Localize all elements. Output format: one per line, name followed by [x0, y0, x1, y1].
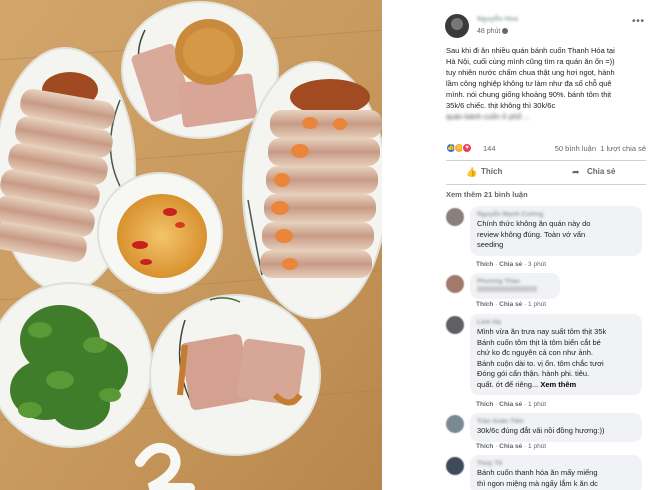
food-photo-image: [0, 0, 382, 490]
post-text-line: 35k/6 chiếc. thịt không thì 30k/6c: [446, 101, 556, 110]
post-text-line: tuy nhiên nước chấm chua thật ung hơi ng…: [446, 68, 615, 77]
thumbs-up-icon: 👍: [466, 167, 478, 177]
comment-text-line: Chính thức không ăn quán này do: [477, 219, 591, 228]
comment-bubble: Trần Xuân Tiến 30k/6c đúng đắt vãi nồi đ…: [470, 413, 642, 442]
like-button[interactable]: 👍 Thích: [466, 167, 502, 179]
comment-share-link[interactable]: Chia sẻ: [499, 443, 522, 450]
comment-share-link[interactable]: Chia sẻ: [499, 401, 522, 408]
comment-text: Bánh cuốn thanh hóa ăn mấy miếng thì ngo…: [477, 468, 635, 489]
post-photo[interactable]: [0, 0, 382, 490]
comment-like-link[interactable]: Thích: [476, 301, 493, 308]
view-more-comments-link[interactable]: Xem thêm 21 bình luận: [446, 190, 528, 199]
comment-bubble: Linh Hà Mình vừa ăn trưa nay suất tôm th…: [470, 314, 642, 395]
comment-time[interactable]: 1 phút: [528, 301, 546, 308]
divider: [446, 160, 646, 161]
comment-text-line: thì ngon miệng mà ngấy lắm k ăn dc: [477, 478, 598, 488]
comment-time[interactable]: 1 phút: [528, 443, 546, 450]
comment-time[interactable]: 3 phút: [528, 261, 546, 268]
commenter-avatar[interactable]: [446, 457, 464, 475]
comment-actions: Thích · Chia sẻ · 1 phút: [476, 401, 547, 408]
commenter-avatar[interactable]: [446, 275, 464, 293]
comment-text-line: Bánh cuốn thanh hóa ăn mấy miếng: [477, 468, 598, 477]
like-button-label: Thích: [481, 167, 503, 177]
comment-text: Mình vừa ăn trưa nay suất tôm thịt 35k B…: [477, 327, 635, 390]
share-button[interactable]: ➦ Chia sẻ: [572, 167, 615, 179]
see-more-link[interactable]: Xem thêm: [540, 380, 576, 389]
divider: [446, 184, 646, 185]
post-header: Nguyễn Hoa 48 phút • • •: [445, 14, 645, 42]
more-options-icon[interactable]: • • •: [632, 16, 644, 27]
commenter-avatar[interactable]: [446, 415, 464, 433]
action-bar: 👍 Thích ➦ Chia sẻ: [446, 163, 646, 183]
comment-share-link[interactable]: Chia sẻ: [499, 301, 522, 308]
comment-actions: Thích · Chia sẻ · 3 phút: [476, 261, 547, 268]
comment-text: 30k/6c đúng đắt vãi nồi đồng hương:)): [477, 426, 635, 437]
comment-actions: Thích · Chia sẻ · 1 phút: [476, 443, 547, 450]
share-arrow-icon: ➦: [572, 167, 580, 177]
comment-like-link[interactable]: Thích: [476, 443, 493, 450]
comment-bubble: Phương Thảo: [470, 273, 560, 299]
post-text-line: lầm công nghiệp không tư làm như đa số c…: [446, 79, 612, 88]
comment-text-line: seeding: [477, 240, 504, 249]
commenter-name[interactable]: Trần Xuân Tiến: [477, 417, 635, 426]
comment-text-line: Mình vừa ăn trưa nay suất tôm thịt 35k: [477, 327, 607, 336]
reaction-icons: 👍 ☺ ♥: [446, 143, 479, 153]
comment-bubble: Thùy Tô Bánh cuốn thanh hóa ăn mấy miếng…: [470, 455, 642, 490]
comment-text-line: Bánh cuốn tôm thịt là tôm biển cắt bé: [477, 337, 601, 347]
post-panel: Nguyễn Hoa 48 phút • • • Sau khi đi ăn n…: [437, 0, 650, 490]
post-text-line: Sau khi đi ăn nhiều quán bánh cuốn Thanh…: [446, 46, 615, 55]
post-text-line: Hà Nội, cuối cùng mình cũng tìm ra quán …: [446, 57, 615, 66]
comment-time[interactable]: 1 phút: [528, 401, 546, 408]
post-text-hidden-line: quán bánh cuốn ở phố ...: [446, 112, 530, 121]
comment-text-blurred: [477, 286, 537, 292]
comment-share-link[interactable]: Chia sẻ: [499, 261, 522, 268]
share-count[interactable]: 1 lượt chia sẻ: [600, 144, 646, 153]
post-text: Sau khi đi ăn nhiều quán bánh cuốn Thanh…: [446, 45, 646, 122]
comment-text: Chính thức không ăn quán này do review k…: [477, 219, 635, 251]
commenter-name[interactable]: Phương Thảo: [477, 277, 553, 286]
author-avatar[interactable]: [445, 14, 469, 38]
comment-count[interactable]: 50 bình luận: [555, 144, 596, 153]
post-time[interactable]: 48 phút: [477, 28, 509, 35]
commenter-name[interactable]: Thùy Tô: [477, 459, 635, 468]
globe-icon: [502, 28, 509, 35]
comment-text-line: Bánh cuộn dài to. vị ổn. tôm chắc tươi: [477, 358, 604, 368]
comment-like-link[interactable]: Thích: [476, 401, 493, 408]
love-reaction-icon: ♥: [462, 143, 472, 153]
commenter-avatar[interactable]: [446, 316, 464, 334]
comment-text-line: chứ ko đc nguyên cả con như ảnh.: [477, 348, 593, 357]
comment-text-line: review không đúng. Toàn vớ vẩn: [477, 229, 586, 239]
commenter-name[interactable]: Nguyễn Mạnh Cường: [477, 210, 635, 219]
commenter-name[interactable]: Linh Hà: [477, 318, 635, 327]
comment-text-line-tail: quất. ớt để riêng...: [477, 379, 539, 389]
reaction-count[interactable]: 144: [483, 144, 496, 153]
post-text-line: mình. nói chung giống khoảng 90%. bánh t…: [446, 90, 612, 99]
reaction-bar[interactable]: 👍 ☺ ♥ 144 50 bình luận 1 lượt chia sẻ: [446, 143, 646, 155]
comment-actions: Thích · Chia sẻ · 1 phút: [476, 301, 547, 308]
post-time-label: 48 phút: [477, 28, 501, 35]
comment-like-link[interactable]: Thích: [476, 261, 493, 268]
comment-bubble: Nguyễn Mạnh Cường Chính thức không ăn qu…: [470, 206, 642, 256]
comment-share-stats: 50 bình luận 1 lượt chia sẻ: [555, 144, 646, 153]
comment-text-line: Đóng gói cẩn thận. hành phi. tiêu.: [477, 369, 590, 378]
share-button-label: Chia sẻ: [587, 167, 616, 177]
comment-text-line: quất. ớt để riêng... Xem thêm: [477, 380, 635, 391]
author-name[interactable]: Nguyễn Hoa: [477, 16, 518, 23]
commenter-avatar[interactable]: [446, 208, 464, 226]
comment-text-line: 30k/6c đúng đắt vãi nồi đồng hương:)): [477, 426, 605, 435]
